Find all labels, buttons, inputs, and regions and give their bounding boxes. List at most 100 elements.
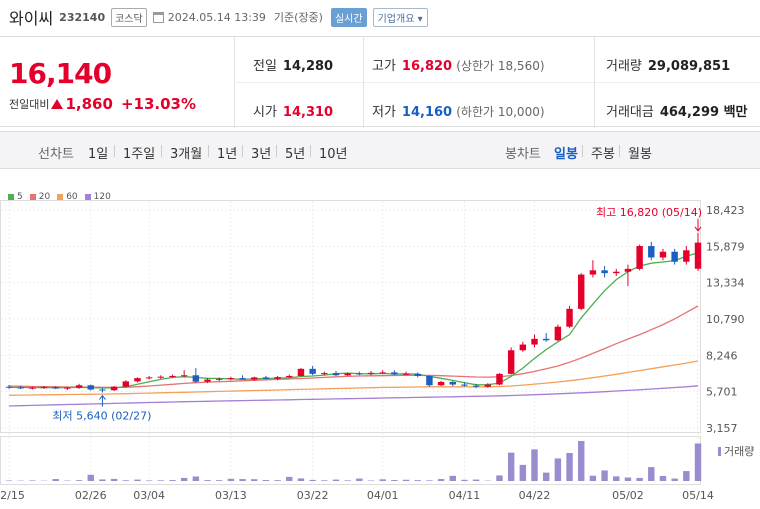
volume-label: 거래량	[724, 445, 754, 458]
candle-body	[227, 378, 235, 380]
volume-bar	[472, 479, 480, 481]
volume-bar	[297, 478, 305, 481]
price-plot-frame	[0, 200, 701, 433]
volume-bar	[204, 480, 211, 481]
candle-body	[52, 387, 59, 389]
candle-body	[251, 377, 258, 380]
volume-bar	[180, 477, 188, 481]
candle-body	[145, 377, 153, 379]
candle-body	[99, 389, 106, 391]
candle-body	[169, 375, 176, 377]
y-tick-label: 3,157	[706, 422, 738, 435]
x-tick-label: 03/04	[133, 489, 165, 502]
volume-legend-swatch	[718, 447, 721, 456]
volume-bar	[531, 449, 538, 481]
volume-bar	[507, 452, 515, 481]
y-tick-label: 18,423	[706, 204, 745, 217]
volume-bar	[601, 470, 608, 481]
y-tick-label: 13,334	[706, 277, 745, 290]
volume-bar	[262, 480, 270, 481]
candle-body	[344, 373, 351, 376]
candle-body	[134, 378, 141, 382]
volume-bar	[379, 479, 386, 481]
candle-body	[5, 386, 13, 388]
candle-body	[519, 344, 527, 351]
candle-body	[613, 271, 620, 274]
candle-body	[472, 385, 480, 387]
x-tick-label: 02/15	[0, 489, 25, 502]
candle-body	[578, 274, 585, 309]
volume-bar	[145, 480, 153, 481]
volume-bar	[286, 476, 293, 481]
candle-body	[274, 377, 281, 379]
candle-body	[122, 381, 129, 387]
volume-bar	[122, 480, 129, 481]
high-annotation: 최고 16,820 (05/14)	[596, 206, 702, 219]
candle-body	[496, 373, 503, 385]
candle-body	[461, 384, 468, 386]
candle-body	[414, 373, 421, 376]
volume-bar	[29, 480, 36, 481]
candle-body	[449, 381, 456, 385]
volume-bar	[134, 479, 141, 481]
candle-body	[379, 372, 386, 374]
volume-bar	[461, 479, 468, 481]
volume-bar	[332, 479, 340, 481]
candle-body	[17, 387, 24, 389]
candle-body	[671, 251, 678, 262]
candle-body	[87, 385, 94, 390]
volume-bar	[99, 479, 106, 481]
candle-body	[309, 368, 316, 374]
volume-bar	[671, 478, 678, 481]
volume-bar	[391, 480, 398, 481]
candle-body	[110, 386, 118, 391]
volume-bar	[344, 480, 351, 481]
x-tick-label: 03/13	[215, 489, 247, 502]
volume-bar	[192, 476, 200, 481]
candle-body	[636, 246, 643, 269]
volume-bar	[589, 475, 597, 481]
y-tick-label: 15,879	[706, 240, 745, 253]
price-chart[interactable]: 18,423 15,879 13,334 10,790 8,246 5,701 3,157 0…	[0, 0, 760, 509]
candle-body	[239, 378, 246, 380]
volume-bar	[449, 475, 456, 481]
candle-body	[367, 372, 375, 374]
candle-body	[507, 350, 515, 374]
volume-bar	[694, 443, 702, 481]
volume-bar	[309, 479, 316, 481]
x-tick-label: 04/01	[367, 489, 399, 502]
candle-body	[286, 375, 293, 378]
volume-bar	[496, 475, 503, 481]
volume-bar	[437, 479, 445, 481]
volume-bar	[636, 477, 643, 481]
volume-bar	[239, 479, 246, 481]
candle-body	[648, 246, 655, 258]
candle-body	[624, 268, 632, 272]
candle-body	[29, 387, 36, 389]
volume-bar	[414, 480, 421, 481]
candle-body	[589, 270, 597, 275]
volume-bar	[566, 453, 573, 481]
x-tick-label: 05/14	[682, 489, 714, 502]
volume-bar	[519, 464, 527, 481]
candle-body	[531, 338, 538, 345]
candle-body	[683, 250, 690, 262]
candle-body	[659, 251, 667, 258]
x-tick-label: 05/02	[612, 489, 644, 502]
candle-body	[402, 373, 410, 375]
x-tick-label: 04/11	[449, 489, 481, 502]
volume-bar	[157, 480, 165, 481]
volume-bar	[251, 479, 258, 481]
volume-bar	[169, 480, 176, 481]
volume-bar	[683, 471, 690, 481]
candle-body	[262, 377, 270, 379]
candle-body	[332, 373, 340, 376]
candle-body	[64, 387, 71, 389]
candle-body	[566, 308, 573, 327]
candle-body	[426, 375, 433, 386]
volume-bar	[613, 476, 620, 481]
y-tick-label: 10,790	[706, 313, 745, 326]
volume-bar	[110, 478, 118, 481]
volume-bar	[52, 479, 59, 481]
candle-body	[542, 338, 550, 341]
